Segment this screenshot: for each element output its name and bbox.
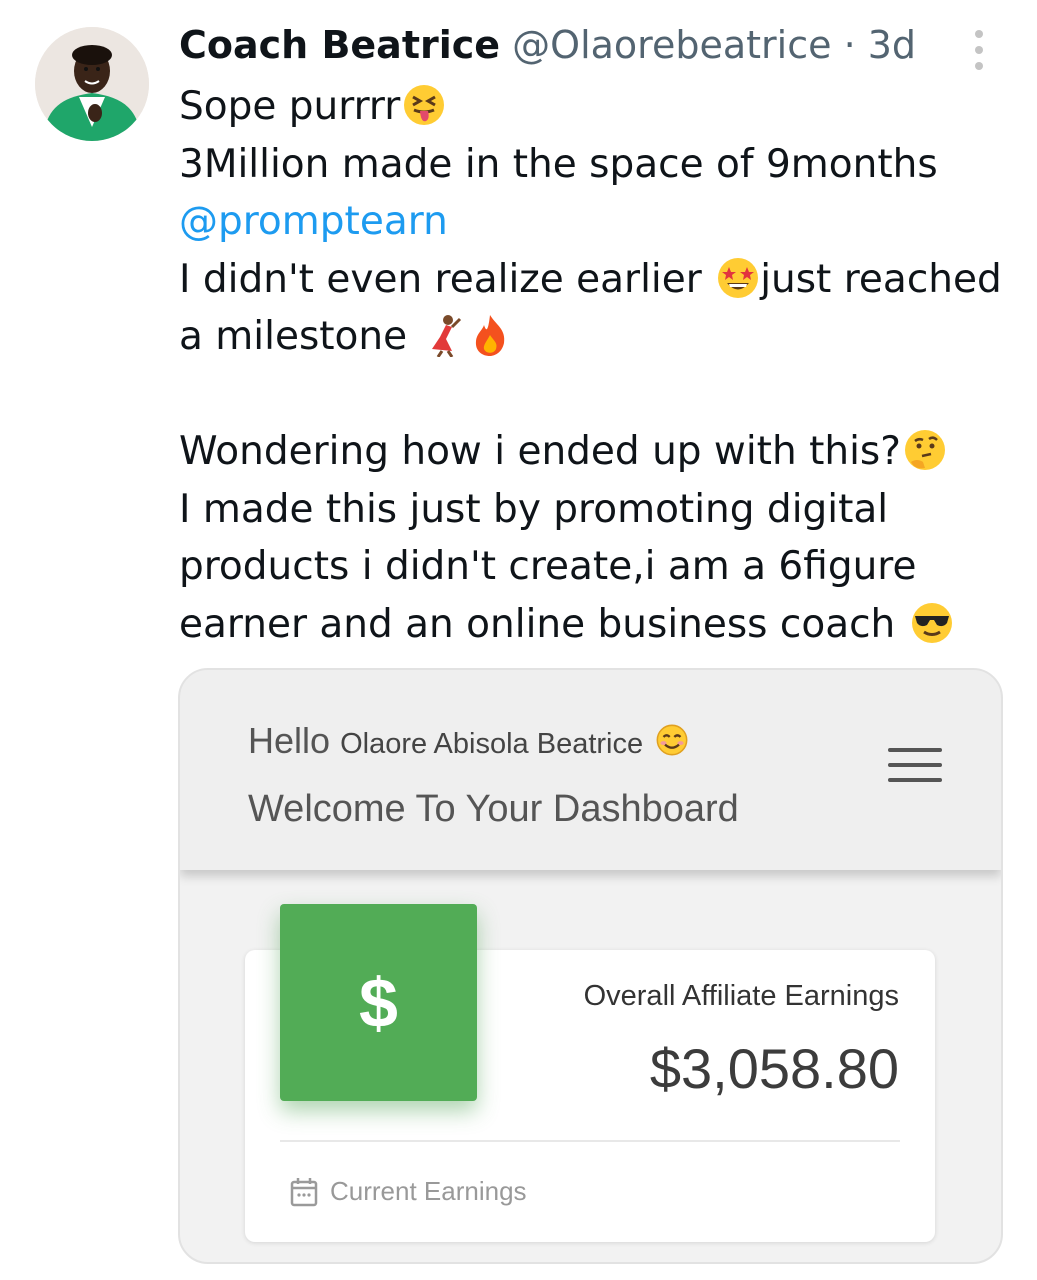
profile-avatar[interactable] xyxy=(35,27,149,141)
attached-image[interactable]: Hello Olaore Abisola Beatrice Welcome To… xyxy=(178,668,1003,1264)
squinting-tongue-emoji xyxy=(402,83,446,127)
post-time[interactable]: 3d xyxy=(868,23,916,67)
tweet-line-text: Wondering how i ended up with this? xyxy=(179,429,901,474)
tweet-line: @promptearn xyxy=(179,193,1009,251)
more-vertical-icon[interactable] xyxy=(962,30,996,70)
tweet-line: products i didn't create,i am a 6figure xyxy=(179,544,917,589)
dollar-symbol: $ xyxy=(359,963,398,1042)
tweet-header: Coach Beatrice @Olaorebeatrice · 3d xyxy=(179,20,916,70)
hamburger-menu-icon[interactable] xyxy=(888,748,942,782)
tweet-line-text: I didn't even realize earlier xyxy=(179,256,715,302)
tweet-line: a milestone xyxy=(179,308,1009,366)
tweet-line: I didn't even realize earlier just reach… xyxy=(179,251,1009,309)
tweet-line: Sope purrrr xyxy=(179,78,1009,136)
greeting: Hello Olaore Abisola Beatrice xyxy=(248,720,689,762)
author-handle[interactable]: @Olaorebeatrice xyxy=(512,23,831,67)
tweet-line: I made this just by promoting digital xyxy=(179,486,889,532)
calendar-icon xyxy=(290,1177,318,1206)
tweet-line-text: earner and an online business coach xyxy=(179,601,908,647)
greeting-hello: Hello xyxy=(248,720,331,761)
author-name[interactable]: Coach Beatrice xyxy=(179,23,500,67)
tweet-line: earner and an online business coach xyxy=(179,596,1009,654)
user-name: Olaore Abisola Beatrice xyxy=(340,728,644,760)
card-footer: Current Earnings xyxy=(290,1176,527,1207)
tweet: Coach Beatrice @Olaorebeatrice · 3d Sope… xyxy=(0,0,1037,1280)
mention-link[interactable]: @promptearn xyxy=(179,199,448,244)
earnings-label: Overall Affiliate Earnings xyxy=(583,980,899,1012)
footer-label: Current Earnings xyxy=(330,1176,527,1206)
tweet-line-text: Sope purrrr xyxy=(179,84,401,129)
dancer-emoji xyxy=(422,313,466,357)
card-divider xyxy=(280,1140,900,1142)
avatar-image xyxy=(35,27,149,141)
tweet-line: Wondering how i ended up with this? xyxy=(179,423,1009,481)
earnings-value: $3,058.80 xyxy=(649,1037,899,1100)
sunglasses-emoji xyxy=(910,601,954,645)
tweet-line: 3Million made in the space of 9months xyxy=(179,141,938,187)
tweet-line-text: just reached xyxy=(760,256,1002,302)
thinking-emoji xyxy=(903,428,947,472)
dollar-icon: $ xyxy=(280,904,477,1101)
welcome-text: Welcome To Your Dashboard xyxy=(248,788,739,830)
separator-dot: · xyxy=(843,23,856,67)
star-struck-emoji xyxy=(716,256,760,300)
smiling-emoji xyxy=(655,723,689,757)
tweet-text: Sope purrrr 3Million made in the space o… xyxy=(179,78,1009,653)
dashboard-header: Hello Olaore Abisola Beatrice Welcome To… xyxy=(180,670,1001,870)
tweet-line-text: a milestone xyxy=(179,314,420,359)
fire-emoji xyxy=(468,313,512,357)
